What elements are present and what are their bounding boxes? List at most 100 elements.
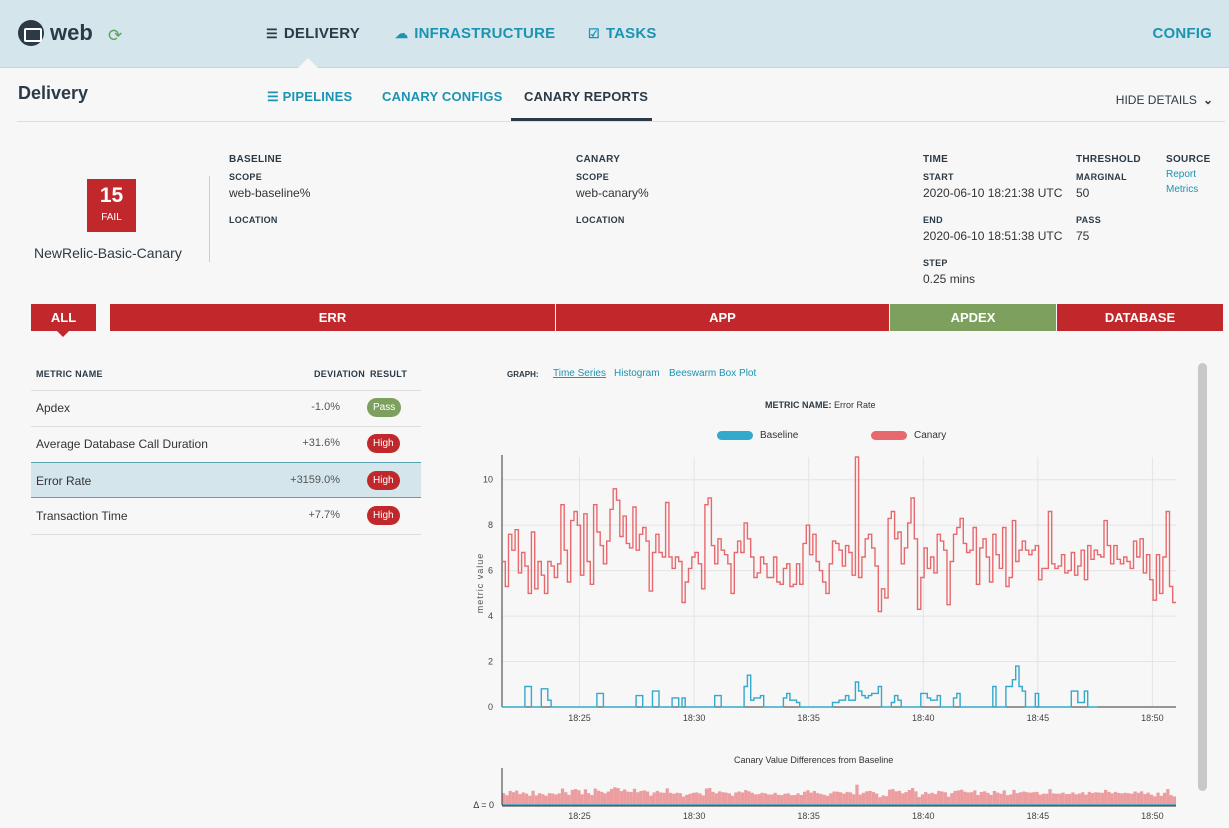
diff-bar: [861, 792, 866, 805]
threshold-pass-label: PASS: [1076, 215, 1102, 225]
diff-bar: [678, 793, 682, 805]
diff-bar: [763, 793, 768, 805]
diff-x-tick-label: 18:25: [568, 811, 591, 821]
table-row[interactable]: Average Database Call Duration +31.6% Hi…: [31, 426, 421, 462]
hide-details-toggle[interactable]: HIDE DETAILS ⌄: [1116, 93, 1213, 107]
diff-bar: [1090, 792, 1095, 805]
diff-bar: [943, 792, 947, 805]
legend-canary-label: Canary: [914, 430, 947, 441]
nav-config[interactable]: CONFIG: [1152, 25, 1212, 42]
score-status: FAIL: [101, 212, 122, 223]
nav-tasks[interactable]: ☑ TASKS: [588, 25, 657, 42]
diff-bar: [770, 794, 774, 805]
diff-bar: [767, 794, 771, 805]
x-tick-label: 18:40: [912, 713, 935, 723]
diff-bar: [858, 794, 862, 805]
graph-tab-time-series[interactable]: Time Series: [553, 368, 606, 379]
diff-bar: [1041, 793, 1046, 805]
diff-bar: [1025, 792, 1029, 805]
table-row-selected[interactable]: Error Rate +3159.0% High: [31, 462, 421, 498]
graph-tab-histogram[interactable]: Histogram: [614, 368, 660, 379]
score-value: 15: [99, 184, 124, 207]
list-icon: ☰: [267, 89, 283, 104]
diff-bar: [927, 793, 931, 805]
source-report-link[interactable]: Report: [1166, 169, 1196, 180]
diff-bar: [956, 790, 961, 805]
source-metrics-link[interactable]: Metrics: [1166, 184, 1198, 195]
app-logo[interactable]: web: [18, 20, 93, 46]
tab-canary-reports[interactable]: CANARY REPORTS: [524, 89, 648, 104]
tab-canary-configs[interactable]: CANARY CONFIGS: [382, 89, 503, 104]
diff-bar: [1149, 794, 1154, 805]
diff-bar: [986, 792, 990, 805]
group-tab-apdex[interactable]: APDEX: [890, 304, 1056, 331]
diff-bar: [1051, 793, 1055, 805]
diff-bar: [652, 792, 656, 805]
diff-bar: [996, 792, 1000, 805]
diff-bar: [969, 792, 974, 805]
diff-x-tick-label: 18:30: [683, 811, 706, 821]
y-tick-label: 4: [488, 611, 493, 621]
diff-bar: [816, 793, 820, 805]
diff-bar: [593, 788, 597, 805]
diff-bar: [946, 796, 951, 805]
group-tab-all[interactable]: ALL: [31, 304, 96, 337]
diff-bar: [1061, 792, 1065, 805]
diff-bar: [1087, 791, 1091, 805]
graph-metric-title: METRIC NAME: Error Rate: [765, 400, 876, 410]
y-tick-label: 8: [488, 520, 493, 530]
graph-scrollbar[interactable]: [1198, 363, 1207, 791]
diff-bar: [940, 791, 944, 805]
threshold-pass-value: 75: [1076, 229, 1090, 243]
refresh-icon[interactable]: ⟳: [108, 26, 122, 46]
source-heading: SOURCE: [1166, 154, 1211, 165]
diff-bar: [1071, 792, 1075, 805]
diff-bar: [1074, 794, 1078, 805]
diff-bar: [731, 795, 735, 805]
diff-bar: [855, 784, 859, 805]
diff-bar: [806, 790, 810, 805]
diff-bar: [992, 790, 997, 805]
baseline-scope-value: web-baseline%: [229, 186, 311, 200]
group-tab-database[interactable]: DATABASE: [1057, 304, 1223, 331]
diff-bar: [937, 790, 941, 805]
diff-bar: [642, 790, 646, 805]
diff-bar: [878, 797, 882, 805]
x-tick-label: 18:25: [568, 713, 591, 723]
diff-bar: [1146, 792, 1150, 805]
diff-bar: [786, 793, 790, 805]
score-badge: 15 FAIL: [87, 179, 136, 232]
graph-type-label: GRAPH:: [507, 370, 539, 379]
diff-bar: [521, 792, 525, 805]
diff-bar: [930, 792, 934, 805]
threshold-marginal-value: 50: [1076, 186, 1090, 200]
legend-baseline-swatch: [717, 431, 753, 440]
canary-scope-value: web-canary%: [576, 186, 649, 200]
series-line-canary: [501, 456, 1176, 613]
diff-bar: [868, 790, 872, 805]
table-row[interactable]: Transaction Time +7.7% High: [31, 498, 421, 534]
diff-bar: [714, 793, 718, 805]
diff-bar: [721, 792, 725, 805]
diff-bar: [1166, 789, 1170, 805]
list-icon: ☰: [266, 25, 278, 41]
tab-pipelines[interactable]: ☰ PIPELINES: [267, 89, 352, 105]
diff-bar: [897, 790, 902, 805]
diff-bar: [1015, 793, 1019, 805]
diff-bar: [629, 792, 633, 805]
nav-delivery[interactable]: ☰ DELIVERY: [266, 25, 360, 42]
nav-infrastructure[interactable]: ☁ INFRASTRUCTURE: [395, 25, 555, 42]
metric-deviation: -1.0%: [311, 401, 340, 413]
graph-tab-beeswarm[interactable]: Beeswarm Box Plot: [669, 368, 756, 379]
table-row[interactable]: Apdex -1.0% Pass: [31, 390, 421, 426]
legend-baseline: Baseline: [717, 430, 798, 441]
diff-bar: [799, 795, 804, 805]
baseline-location-label: LOCATION: [229, 215, 278, 225]
diff-bar: [1097, 792, 1101, 805]
group-tab-err[interactable]: ERR: [110, 304, 555, 331]
diff-bar: [884, 796, 889, 805]
diff-bar: [989, 794, 993, 805]
canary-config-name: NewRelic-Basic-Canary: [34, 245, 182, 261]
diff-bar: [845, 791, 849, 805]
group-tab-app[interactable]: APP: [556, 304, 889, 331]
